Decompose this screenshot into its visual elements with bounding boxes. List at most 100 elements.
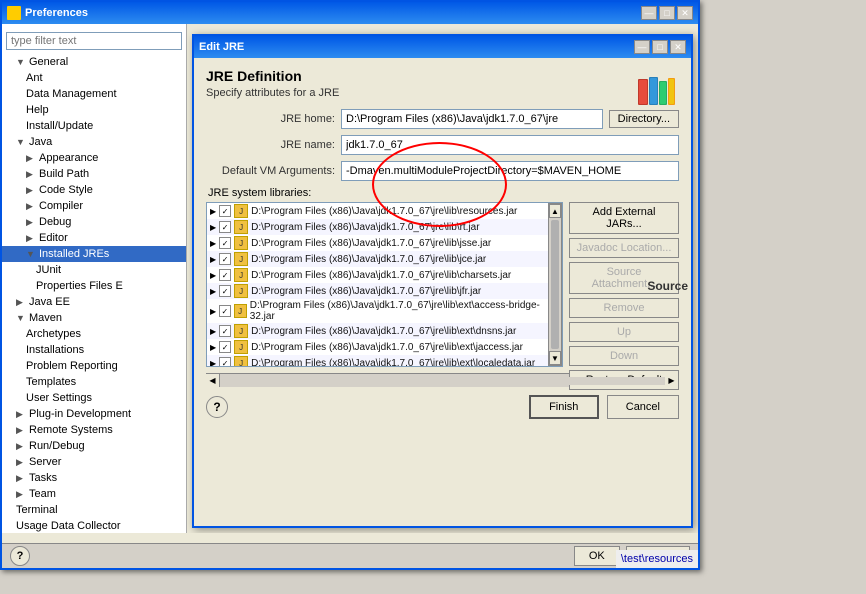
expand-icon: ▶ xyxy=(210,307,216,316)
preferences-help-button[interactable]: ? xyxy=(10,546,30,566)
lib-path: D:\Program Files (x86)\Java\jdk1.7.0_67\… xyxy=(250,300,545,322)
expand-icon: ▶ xyxy=(210,287,216,296)
preferences-titlebar: Preferences — □ ✕ xyxy=(2,2,698,24)
sidebar-item-debug[interactable]: ▶ Debug xyxy=(2,214,186,230)
lib-checkbox[interactable]: ✓ xyxy=(219,325,231,337)
directory-button[interactable]: Directory... xyxy=(609,110,679,128)
expand-icon: ▶ xyxy=(16,457,26,468)
sidebar-item-install-update[interactable]: Install/Update xyxy=(2,118,186,134)
sidebar-item-team[interactable]: ▶ Team xyxy=(2,486,186,502)
scroll-up-arrow[interactable]: ▲ xyxy=(549,204,561,218)
sidebar-item-run-debug[interactable]: ▶ Run/Debug xyxy=(2,438,186,454)
default-vm-label: Default VM Arguments: xyxy=(206,165,341,177)
sidebar-item-server[interactable]: ▶ Server xyxy=(2,454,186,470)
sidebar-item-maven[interactable]: ▼ Maven xyxy=(2,310,186,326)
main-content: Edit JRE — □ ✕ xyxy=(187,24,698,533)
list-item[interactable]: ▶ ✓ J D:\Program Files (x86)\Java\jdk1.7… xyxy=(207,299,548,323)
sidebar-item-remote-systems[interactable]: ▶ Remote Systems xyxy=(2,422,186,438)
sidebar-item-usage-data-collector[interactable]: Usage Data Collector xyxy=(2,518,186,533)
sidebar-item-appearance[interactable]: ▶ Appearance xyxy=(2,150,186,166)
jar-icon: J xyxy=(234,220,248,234)
h-scroll-track[interactable] xyxy=(220,377,665,385)
edit-jre-maximize-button[interactable]: □ xyxy=(652,40,668,54)
lib-path: D:\Program Files (x86)\Java\jdk1.7.0_67\… xyxy=(251,254,486,265)
lib-checkbox[interactable]: ✓ xyxy=(219,205,231,217)
sidebar-item-tasks[interactable]: ▶ Tasks xyxy=(2,470,186,486)
jre-name-input[interactable] xyxy=(341,135,679,155)
edit-jre-window: Edit JRE — □ ✕ xyxy=(192,34,693,528)
lib-checkbox[interactable]: ✓ xyxy=(219,221,231,233)
sidebar-item-code-style[interactable]: ▶ Code Style xyxy=(2,182,186,198)
up-button[interactable]: Up xyxy=(569,322,679,342)
list-item[interactable]: ▶ ✓ J D:\Program Files (x86)\Java\jdk1.7… xyxy=(207,339,548,355)
maximize-button[interactable]: □ xyxy=(659,6,675,20)
lib-checkbox[interactable]: ✓ xyxy=(219,237,231,249)
list-item[interactable]: ▶ ✓ J D:\Program Files (x86)\Java\jdk1.7… xyxy=(207,251,548,267)
sidebar-item-ant[interactable]: Ant xyxy=(2,70,186,86)
h-scroll-right-arrow[interactable]: ▶ xyxy=(665,374,679,387)
down-button[interactable]: Down xyxy=(569,346,679,366)
lib-checkbox[interactable]: ✓ xyxy=(219,285,231,297)
list-item[interactable]: ▶ ✓ J D:\Program Files (x86)\Java\jdk1.7… xyxy=(207,283,548,299)
sidebar-item-user-settings[interactable]: User Settings xyxy=(2,390,186,406)
status-bar: ? OK Cancel \test\resources xyxy=(2,543,698,568)
sidebar-item-junit[interactable]: JUnit xyxy=(2,262,186,278)
help-button[interactable]: ? xyxy=(206,396,228,418)
lib-checkbox[interactable]: ✓ xyxy=(219,341,231,353)
sidebar-item-terminal[interactable]: Terminal xyxy=(2,502,186,518)
list-item[interactable]: ▶ ✓ J D:\Program Files (x86)\Java\jdk1.7… xyxy=(207,355,548,366)
sidebar-item-compiler[interactable]: ▶ Compiler xyxy=(2,198,186,214)
sidebar-item-java-ee[interactable]: ▶ Java EE xyxy=(2,294,186,310)
close-button[interactable]: ✕ xyxy=(677,6,693,20)
sidebar-item-archetypes[interactable]: Archetypes xyxy=(2,326,186,342)
scroll-thumb[interactable] xyxy=(551,220,559,349)
minimize-button[interactable]: — xyxy=(641,6,657,20)
scroll-down-arrow[interactable]: ▼ xyxy=(549,351,561,365)
expand-icon: ▶ xyxy=(210,271,216,280)
list-item[interactable]: ▶ ✓ J D:\Program Files (x86)\Java\jdk1.7… xyxy=(207,203,548,219)
javadoc-location-button[interactable]: Javadoc Location... xyxy=(569,238,679,258)
libraries-scrollbar[interactable]: ▲ ▼ xyxy=(548,203,562,366)
sidebar-item-build-path[interactable]: ▶ Build Path xyxy=(2,166,186,182)
expand-icon: ▶ xyxy=(210,327,216,336)
finish-button[interactable]: Finish xyxy=(529,395,599,419)
sidebar-item-java[interactable]: ▼ Java xyxy=(2,134,186,150)
sidebar-item-installations[interactable]: Installations xyxy=(2,342,186,358)
jre-books-icon xyxy=(636,71,676,111)
lib-checkbox[interactable]: ✓ xyxy=(219,357,231,366)
lib-checkbox[interactable]: ✓ xyxy=(219,269,231,281)
edit-jre-minimize-button[interactable]: — xyxy=(634,40,650,54)
lib-checkbox[interactable]: ✓ xyxy=(219,253,231,265)
lib-path: D:\Program Files (x86)\Java\jdk1.7.0_67\… xyxy=(251,238,491,249)
sidebar-item-plugin-development[interactable]: ▶ Plug-in Development xyxy=(2,406,186,422)
sidebar-item-properties-files[interactable]: Properties Files E xyxy=(2,278,186,294)
jar-icon: J xyxy=(234,340,248,354)
list-item[interactable]: ▶ ✓ J D:\Program Files (x86)\Java\jdk1.7… xyxy=(207,219,548,235)
expand-icon: ▶ xyxy=(210,239,216,248)
expand-icon: ▶ xyxy=(26,185,36,196)
sidebar-item-help[interactable]: Help xyxy=(2,102,186,118)
remove-button[interactable]: Remove xyxy=(569,298,679,318)
expand-icon: ▼ xyxy=(16,313,26,323)
list-item[interactable]: ▶ ✓ J D:\Program Files (x86)\Java\jdk1.7… xyxy=(207,323,548,339)
sidebar-item-templates[interactable]: Templates xyxy=(2,374,186,390)
sidebar-item-data-management[interactable]: Data Management xyxy=(2,86,186,102)
default-vm-input[interactable] xyxy=(341,161,679,181)
list-item[interactable]: ▶ ✓ J D:\Program Files (x86)\Java\jdk1.7… xyxy=(207,235,548,251)
expand-icon: ▶ xyxy=(210,359,216,367)
add-external-jars-button[interactable]: Add External JARs... xyxy=(569,202,679,234)
sidebar-item-general[interactable]: ▼ General xyxy=(2,54,186,70)
preferences-icon xyxy=(7,6,21,20)
lib-checkbox[interactable]: ✓ xyxy=(219,305,230,317)
jre-home-input[interactable] xyxy=(341,109,603,129)
filter-input[interactable] xyxy=(6,32,182,50)
sidebar-item-editor[interactable]: ▶ Editor xyxy=(2,230,186,246)
expand-icon: ▼ xyxy=(16,137,26,147)
cancel-dialog-button[interactable]: Cancel xyxy=(607,395,679,419)
ok-button[interactable]: OK xyxy=(574,546,620,566)
sidebar-item-installed-jres[interactable]: ▼ Installed JREs xyxy=(2,246,186,262)
list-item[interactable]: ▶ ✓ J D:\Program Files (x86)\Java\jdk1.7… xyxy=(207,267,548,283)
edit-jre-close-button[interactable]: ✕ xyxy=(670,40,686,54)
sidebar-item-problem-reporting[interactable]: Problem Reporting xyxy=(2,358,186,374)
h-scroll-left-arrow[interactable]: ◀ xyxy=(206,374,220,387)
